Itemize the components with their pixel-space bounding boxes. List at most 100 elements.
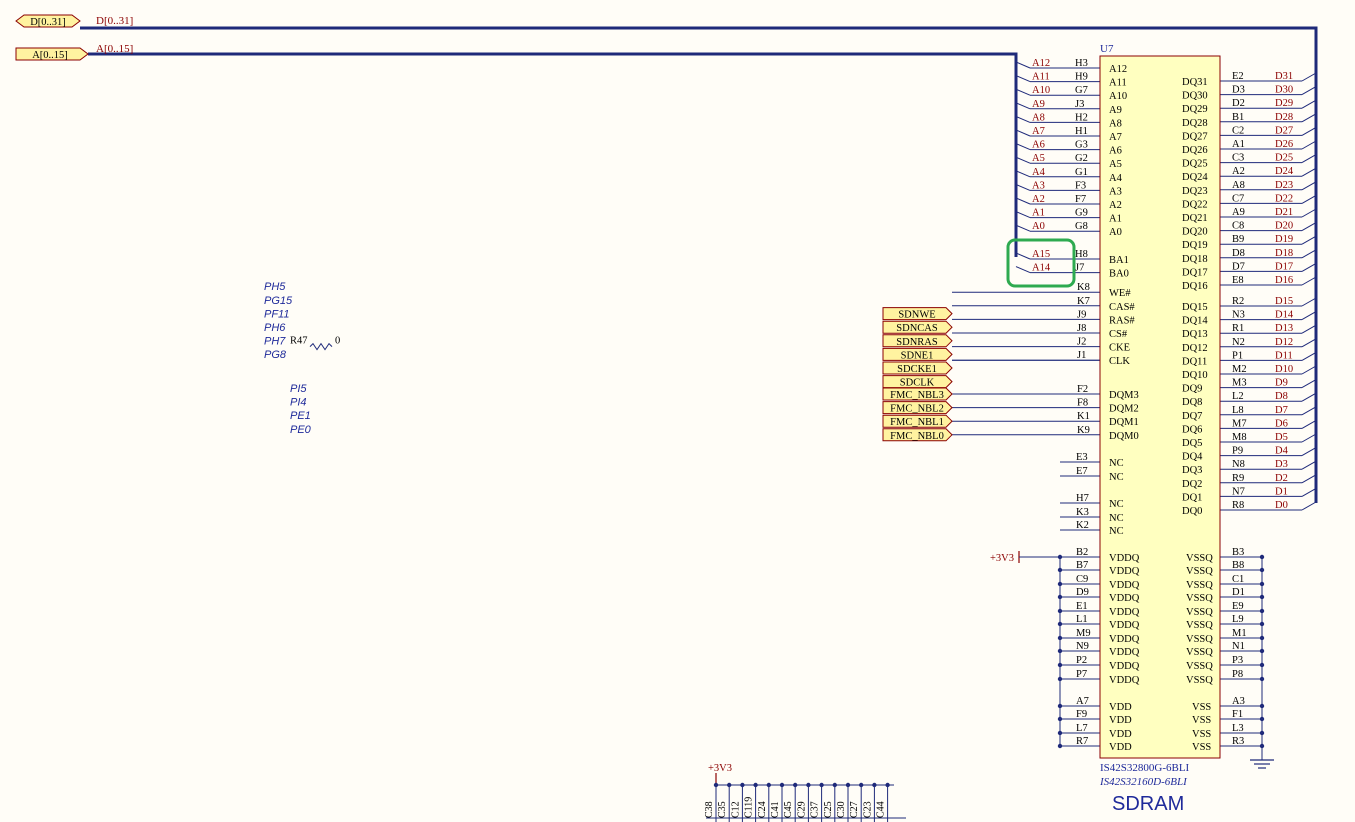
ball-P3: P3 [1232, 655, 1243, 666]
bus-entry [1301, 324, 1317, 334]
ball-E8: E8 [1232, 275, 1244, 286]
bus-entry [1301, 338, 1317, 348]
pin-DQ1: DQ1 [1182, 492, 1202, 503]
pin-vssq: VSSQ [1186, 593, 1213, 604]
ball-A8: A8 [1232, 180, 1245, 191]
bus-entry [1301, 113, 1317, 123]
cap-C45: C45 [783, 801, 794, 818]
bus-entry [1015, 224, 1031, 232]
pin-DQ3: DQ3 [1182, 465, 1202, 476]
bus-entry [1015, 183, 1031, 191]
ball-B3: B3 [1232, 547, 1244, 558]
pin-DQM3: DQM3 [1109, 390, 1139, 401]
pin-A5: A5 [1109, 159, 1122, 170]
pin-vssq: VSSQ [1186, 675, 1213, 686]
net-D31: D31 [1275, 71, 1293, 82]
cap-C29: C29 [796, 801, 807, 818]
net-PI5: PI5 [290, 383, 307, 395]
port-label-FMC_NBL2: FMC_NBL2 [890, 404, 944, 415]
net-PE0: PE0 [290, 424, 312, 436]
net-D21: D21 [1275, 207, 1293, 218]
ball-B9: B9 [1232, 234, 1244, 245]
pin-DQ0: DQ0 [1182, 506, 1202, 517]
bus-entry [1015, 211, 1031, 219]
pin-CAS#: CAS# [1109, 302, 1135, 313]
ball-J8: J8 [1077, 323, 1086, 334]
pin-A1: A1 [1109, 214, 1122, 225]
ball-R1: R1 [1232, 323, 1244, 334]
bus-entry [1301, 276, 1317, 286]
bus-entry [1301, 235, 1317, 245]
pin-DQ16: DQ16 [1182, 281, 1208, 292]
net-D16: D16 [1275, 275, 1293, 286]
net-D12: D12 [1275, 337, 1293, 348]
pin-DQM1: DQM1 [1109, 417, 1139, 428]
pin-vssq: VSSQ [1186, 553, 1213, 564]
ball-R2: R2 [1232, 296, 1244, 307]
ball-F8: F8 [1077, 398, 1088, 409]
pin-DQ5: DQ5 [1182, 438, 1202, 449]
net-A2: A2 [1032, 194, 1045, 205]
bus-entry [1301, 167, 1317, 177]
net-D14: D14 [1275, 310, 1294, 321]
port-label-FMC_NBL1: FMC_NBL1 [890, 417, 944, 428]
junction-dot [859, 782, 864, 788]
pin-DQ29: DQ29 [1182, 104, 1208, 115]
cap-C30: C30 [836, 801, 847, 818]
ball-H3: H3 [1075, 58, 1088, 69]
pin-A8: A8 [1109, 118, 1122, 129]
resistor-value: 0 [335, 336, 340, 347]
port-d-bus-label: D[0..31] [30, 17, 66, 28]
ball-L9: L9 [1232, 614, 1244, 625]
ball-E7: E7 [1076, 466, 1088, 477]
ball-N1: N1 [1232, 641, 1245, 652]
net-A4: A4 [1032, 167, 1046, 178]
net-D7: D7 [1275, 405, 1288, 416]
bus-entry [1015, 143, 1031, 151]
pin-vdd: VDD [1109, 715, 1132, 726]
net-PG15: PG15 [264, 295, 293, 307]
pin-vddq: VDDQ [1109, 620, 1140, 631]
bus-a-label: A[0..15] [96, 43, 133, 55]
pin-DQ27: DQ27 [1182, 131, 1208, 142]
net-PG8: PG8 [264, 349, 287, 361]
bus-entry [1301, 99, 1317, 109]
pin-vss: VSS [1192, 702, 1211, 713]
net-D18: D18 [1275, 248, 1293, 259]
pin-DQ4: DQ4 [1182, 452, 1203, 463]
ball-B1: B1 [1232, 112, 1244, 123]
port-label-SDCLK: SDCLK [900, 378, 935, 389]
junction-dot [713, 782, 719, 788]
pin-DQ7: DQ7 [1182, 411, 1202, 422]
net-A15: A15 [1032, 249, 1050, 260]
pin-A10: A10 [1109, 91, 1127, 102]
cap-C35: C35 [717, 801, 728, 818]
net-A12: A12 [1032, 58, 1050, 69]
net-PI4: PI4 [290, 397, 307, 409]
pin-DQ19: DQ19 [1182, 240, 1208, 251]
bus-entry [1301, 154, 1317, 164]
pin-A2: A2 [1109, 200, 1122, 211]
bus-a [88, 52, 1018, 257]
ball-E1: E1 [1076, 601, 1088, 612]
port-label-FMC_NBL0: FMC_NBL0 [890, 431, 944, 442]
bus-entry [1301, 474, 1317, 484]
port-label-SDNCAS: SDNCAS [896, 323, 938, 334]
cap-C24: C24 [757, 801, 768, 818]
net-A6: A6 [1032, 140, 1045, 151]
ball-J1: J1 [1077, 350, 1086, 361]
ball-B7: B7 [1076, 560, 1088, 571]
ball-K3: K3 [1076, 507, 1089, 518]
net-D27: D27 [1275, 125, 1293, 136]
bus-entry [1301, 433, 1317, 443]
bus-entry [1301, 351, 1317, 361]
junction-dot [832, 782, 837, 788]
net-D26: D26 [1275, 139, 1293, 150]
port-label-SDNRAS: SDNRAS [896, 337, 938, 348]
net-D11: D11 [1275, 350, 1293, 361]
net-D6: D6 [1275, 418, 1288, 429]
bus-entry [1015, 129, 1031, 137]
junction-dot [819, 782, 824, 788]
pin-vddq: VDDQ [1109, 553, 1140, 564]
net-PE1: PE1 [290, 410, 311, 422]
